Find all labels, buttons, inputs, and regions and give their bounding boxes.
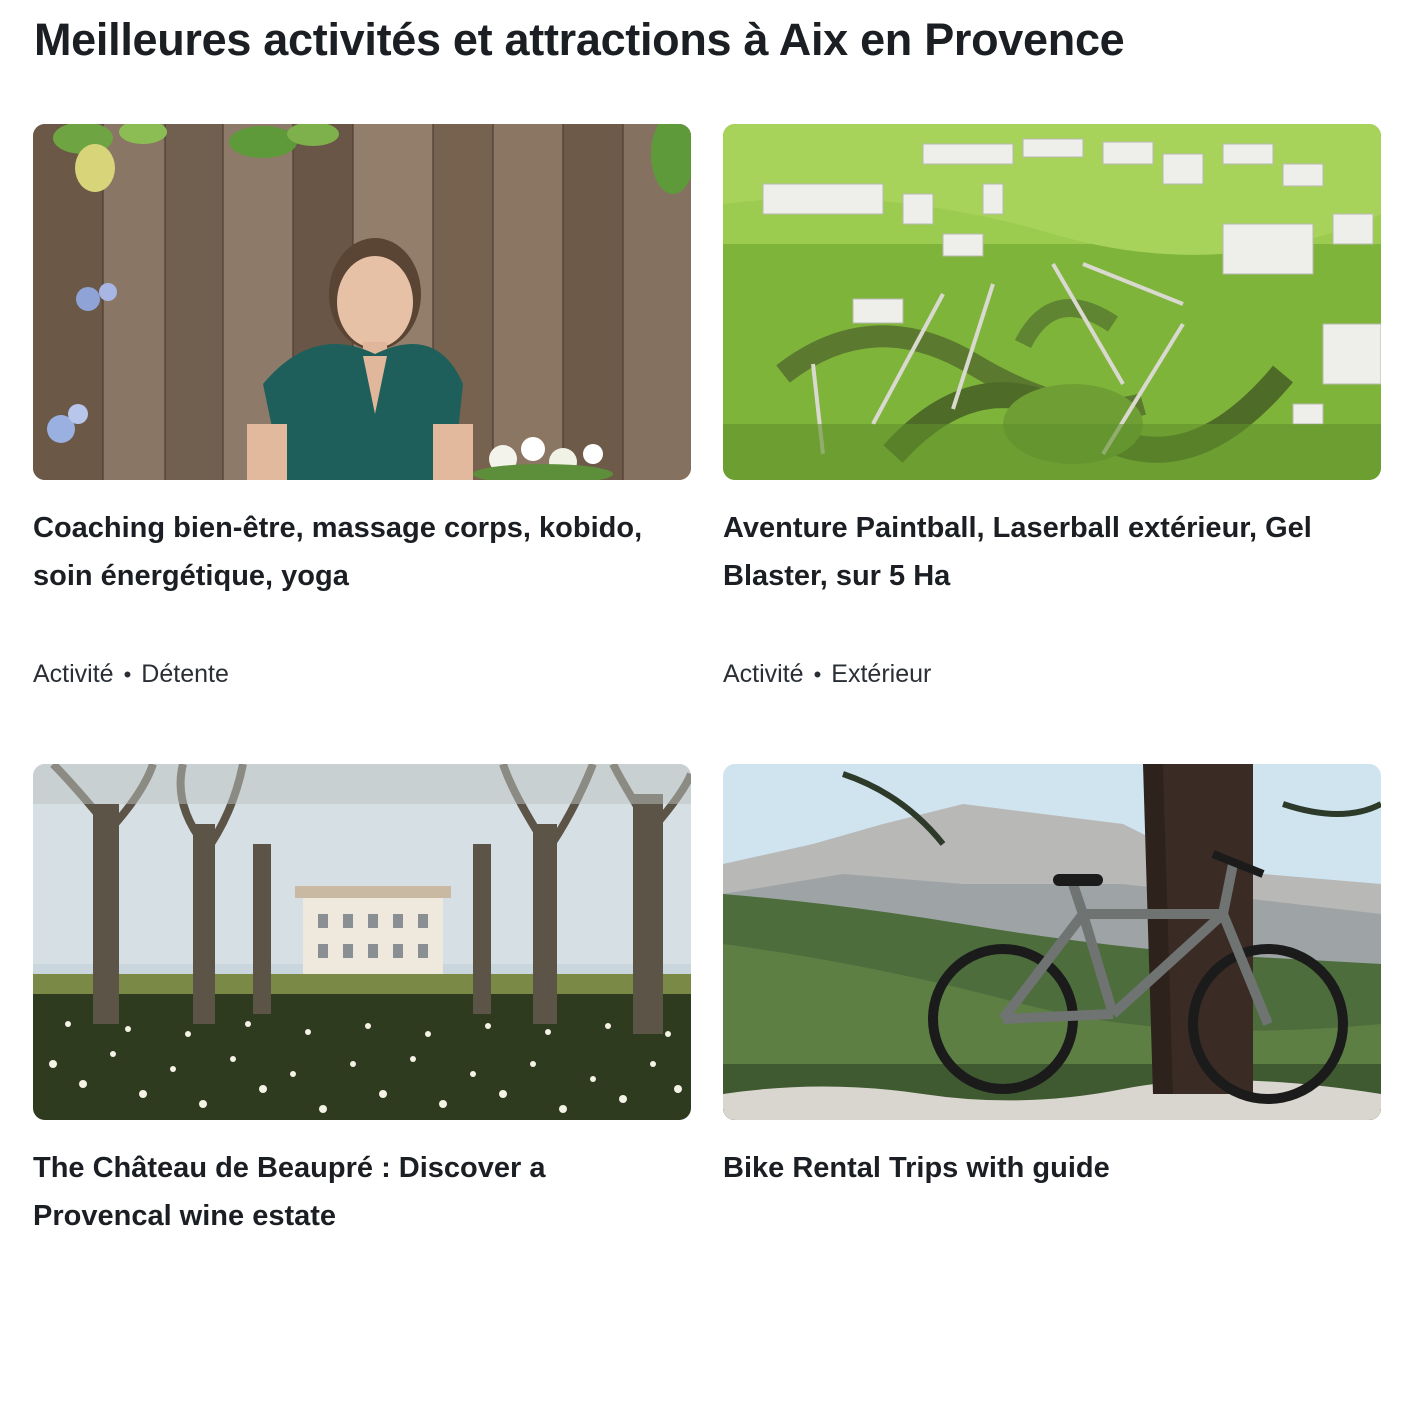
activity-tags: Activité • Détente bbox=[33, 660, 229, 689]
chateau-trees-image bbox=[33, 764, 691, 1120]
paintball-field-image bbox=[723, 124, 1381, 480]
activity-image-coaching[interactable] bbox=[33, 124, 691, 480]
activity-category: Détente bbox=[141, 660, 229, 688]
bike-mountain-image bbox=[723, 764, 1381, 1120]
activity-card-bike[interactable]: Bike Rental Trips with guide bbox=[723, 764, 1381, 1404]
activity-title[interactable]: Coaching bien-être, massage corps, kobid… bbox=[33, 504, 683, 600]
activity-card-paintball[interactable]: Aventure Paintball, Laserball extérieur,… bbox=[723, 124, 1381, 764]
activity-category: Extérieur bbox=[831, 660, 932, 688]
activity-type: Activité bbox=[723, 660, 804, 688]
activity-title[interactable]: Bike Rental Trips with guide bbox=[723, 1144, 1373, 1192]
activity-card-chateau[interactable]: The Château de Beaupré : Discover a Prov… bbox=[33, 764, 691, 1404]
activity-tags: Activité • Extérieur bbox=[723, 660, 931, 689]
activity-image-chateau[interactable] bbox=[33, 764, 691, 1120]
activity-image-bike[interactable] bbox=[723, 764, 1381, 1120]
separator-dot: • bbox=[813, 661, 822, 687]
activity-type: Activité bbox=[33, 660, 114, 688]
separator-dot: • bbox=[123, 661, 132, 687]
activity-title[interactable]: The Château de Beaupré : Discover a Prov… bbox=[33, 1144, 683, 1240]
activity-card-coaching[interactable]: Coaching bien-être, massage corps, kobid… bbox=[33, 124, 691, 764]
activity-image-paintball[interactable] bbox=[723, 124, 1381, 480]
activity-title[interactable]: Aventure Paintball, Laserball extérieur,… bbox=[723, 504, 1373, 600]
woman-portrait-image bbox=[33, 124, 691, 480]
page-title: Meilleures activités et attractions à Ai… bbox=[34, 14, 1125, 65]
activities-grid: Coaching bien-être, massage corps, kobid… bbox=[33, 124, 1381, 1404]
